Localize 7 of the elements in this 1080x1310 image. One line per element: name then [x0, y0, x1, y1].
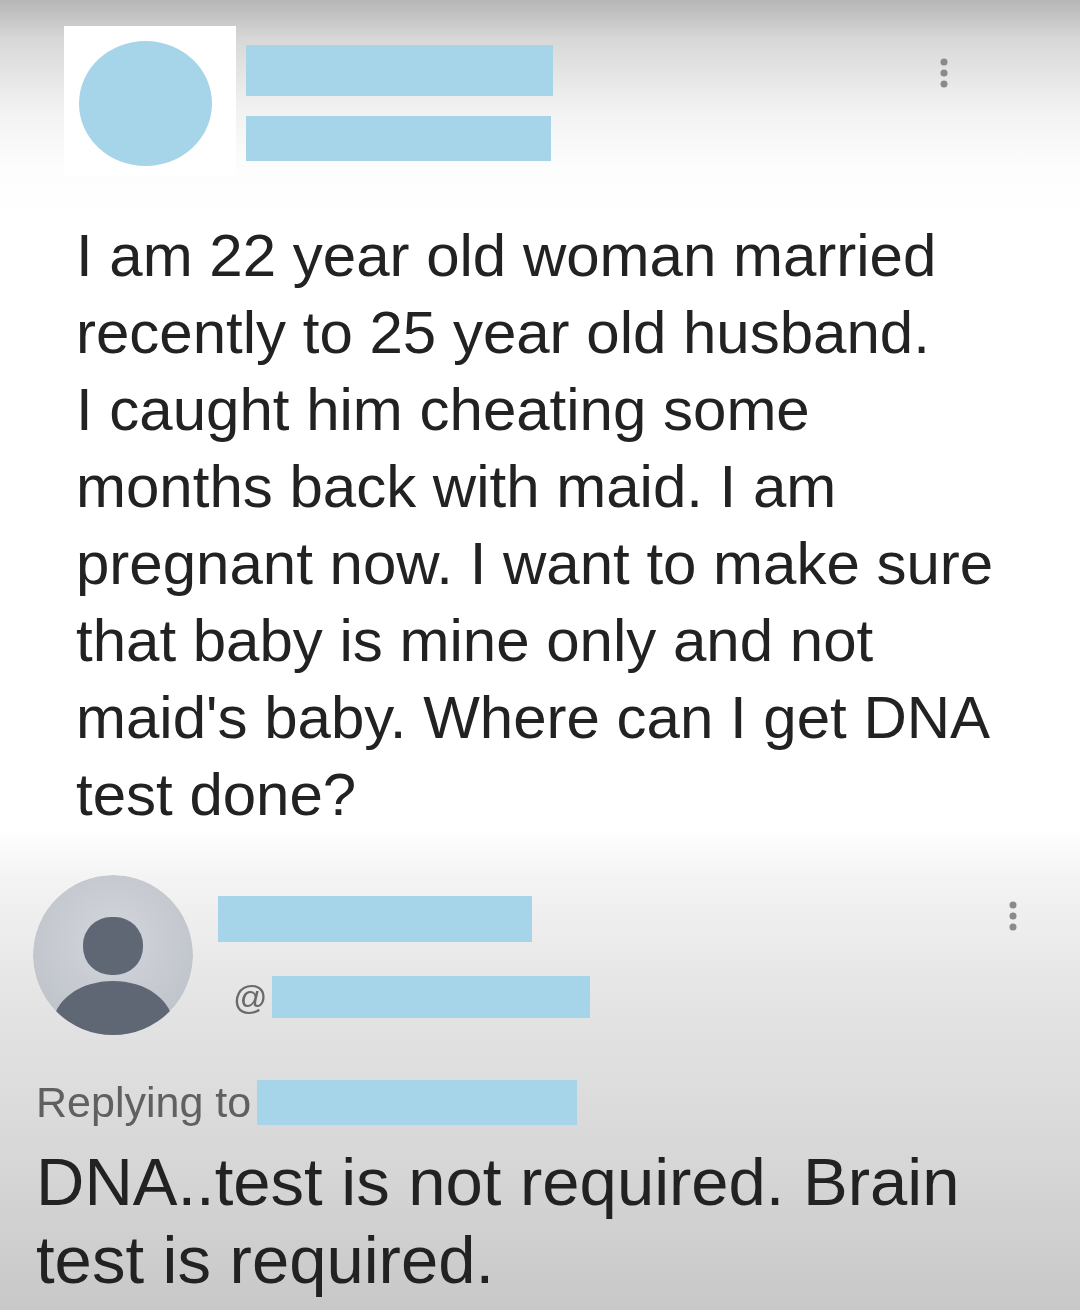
- avatar-icon: [33, 875, 193, 1035]
- reply-text: DNA..test is not required. Brain test is required.: [36, 1143, 961, 1299]
- post-text: I am 22 year old woman married recently to 25 year old husband. I caught him cheating some months back with maid. I am pregnant now. I want to make sure that baby is mine only and not maid's baby. Where can I get DNA test done?: [76, 221, 994, 830]
- replying-to-label: Replying to: [36, 1080, 252, 1125]
- more-options-icon[interactable]: [939, 58, 949, 88]
- handle-text: @: [233, 977, 269, 1018]
- more-options-icon[interactable]: [1008, 901, 1018, 931]
